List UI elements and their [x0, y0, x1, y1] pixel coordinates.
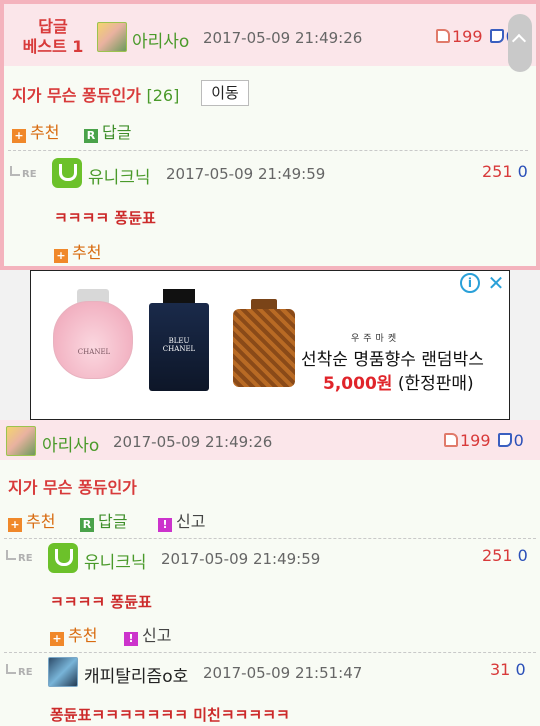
avatar[interactable] — [6, 426, 36, 456]
vote-counts: 199 0 — [444, 431, 524, 450]
reply-report-button[interactable]: ! 신고 — [124, 622, 171, 646]
reply-icon: R — [80, 518, 94, 532]
user-level-icon — [48, 543, 78, 573]
reply-timestamp: 2017-05-09 21:49:59 — [166, 165, 326, 183]
plus-icon: + — [8, 518, 22, 532]
avatar[interactable] — [97, 22, 127, 52]
best-badge: 답글 베스트 1 — [18, 17, 88, 57]
reply-upvote-count: 31 — [490, 660, 511, 679]
thumbs-down-icon[interactable] — [497, 433, 512, 447]
siren-icon: ! — [124, 632, 138, 646]
divider — [8, 150, 528, 151]
user-level-icon — [52, 158, 82, 188]
recommend-label: 추천 — [68, 626, 98, 645]
ad-price: 5,000원 — [323, 374, 393, 394]
ad-headline: 선착순 명품향수 랜덤박스 — [301, 350, 484, 370]
comment-title: 지가 무슨 퐁듀인가 — [8, 478, 137, 497]
plus-icon: + — [50, 632, 64, 646]
vote-counts: 199 0 — [436, 27, 516, 46]
timestamp: 2017-05-09 21:49:26 — [113, 433, 273, 451]
report-label: 신고 — [142, 626, 172, 645]
timestamp: 2017-05-09 21:49:26 — [203, 29, 363, 47]
report-label: 신고 — [176, 512, 206, 531]
re-label: RE — [6, 550, 33, 564]
recommend-button[interactable]: + 추천 — [8, 508, 55, 532]
close-icon[interactable]: ✕ — [485, 273, 507, 295]
comment-title: 지가 무슨 퐁듀인가 [26] — [12, 82, 179, 106]
reply-username[interactable]: 유니크닉 — [84, 548, 147, 573]
recommend-button[interactable]: + 추천 — [12, 119, 59, 143]
ad-brand: 우주마켓 — [351, 334, 401, 344]
best-badge-line1: 답글 — [38, 17, 68, 36]
reply-username[interactable]: 유니크닉 — [88, 163, 151, 188]
bottle-label: CHANEL — [77, 348, 111, 356]
reply-vote-counts: 251 0 — [482, 162, 528, 181]
siren-icon: ! — [158, 518, 172, 532]
thumbs-up-icon[interactable] — [444, 433, 458, 447]
scroll-top-button[interactable] — [508, 14, 532, 72]
move-button[interactable]: 이동 — [201, 80, 249, 106]
plus-icon: + — [54, 249, 68, 263]
divider — [4, 652, 536, 653]
reply-recommend-button[interactable]: + 추천 — [54, 239, 101, 263]
reply-upvote-count: 251 — [482, 162, 513, 181]
reply-downvote-count: 0 — [515, 660, 526, 679]
upvote-count: 199 — [452, 27, 483, 46]
perfume-bottle-pink: CHANEL — [53, 301, 133, 379]
reply-username[interactable]: 캐피탈리즘o호 — [84, 662, 188, 687]
ad-price-line: 5,000원 (한정판매) — [323, 369, 474, 394]
avatar[interactable] — [48, 657, 78, 687]
downvote-count: 0 — [513, 431, 524, 450]
best-comment-box: 답글 베스트 1 아리사o 2017-05-09 21:49:26 199 0 … — [0, 0, 540, 270]
reply-icon: R — [84, 129, 98, 143]
reply-recommend-button[interactable]: + 추천 — [50, 622, 97, 646]
reply-timestamp: 2017-05-09 21:51:47 — [203, 664, 363, 682]
reply-count: [26] — [146, 86, 180, 105]
report-button[interactable]: ! 신고 — [158, 508, 205, 532]
ad-price-suffix: (한정판매) — [392, 374, 474, 394]
reply-label: 답글 — [98, 512, 128, 531]
reply-button[interactable]: R 답글 — [84, 119, 131, 143]
reply-vote-counts: 251 0 — [482, 546, 528, 565]
bottle-label: BLEU CHANEL — [162, 337, 196, 353]
thumbs-down-icon[interactable] — [489, 29, 504, 43]
recommend-label: 추천 — [72, 243, 102, 262]
info-icon[interactable]: i — [459, 273, 480, 293]
username[interactable]: 아리사o — [132, 27, 189, 52]
reply-body: ㅋㅋㅋㅋ 퐁듄표 — [50, 593, 152, 611]
recommend-label: 추천 — [26, 512, 56, 531]
username[interactable]: 아리사o — [42, 431, 99, 456]
perfume-bottle-navy: BLEU CHANEL — [149, 303, 209, 391]
best-badge-line2: 베스트 1 — [22, 37, 84, 56]
reply-body: ㅋㅋㅋㅋ 퐁듄표 — [54, 209, 156, 227]
best-comment-header: 답글 베스트 1 아리사o 2017-05-09 21:49:26 199 0 — [4, 4, 536, 66]
upvote-count: 199 — [460, 431, 491, 450]
reply-body: 퐁듄표ㅋㅋㅋㅋㅋㅋㅋ 미친ㅋㅋㅋㅋㅋ — [50, 706, 290, 724]
thumbs-up-icon[interactable] — [436, 29, 450, 43]
re-label: RE — [6, 664, 33, 678]
reply-button[interactable]: R 답글 — [80, 508, 127, 532]
ad-controls: i ✕ — [459, 273, 507, 295]
perfume-bottle-woven — [233, 309, 295, 387]
recommend-label: 추천 — [30, 123, 60, 142]
ad-banner[interactable]: i ✕ CHANEL BLEU CHANEL 우주마켓 선착순 명품향수 랜덤박… — [30, 270, 510, 420]
comment-thread: 아리사o 2017-05-09 21:49:26 199 0 지가 무슨 퐁듀인… — [0, 420, 540, 726]
reply-upvote-count: 251 — [482, 546, 513, 565]
re-label: RE — [10, 166, 37, 180]
comment-header: 아리사o 2017-05-09 21:49:26 199 0 — [0, 420, 540, 460]
divider — [4, 538, 536, 539]
plus-icon: + — [12, 129, 26, 143]
reply-downvote-count: 0 — [517, 546, 528, 565]
reply-downvote-count: 0 — [517, 162, 528, 181]
chevron-up-icon — [511, 33, 527, 49]
reply-timestamp: 2017-05-09 21:49:59 — [161, 550, 321, 568]
reply-label: 답글 — [102, 123, 132, 142]
comment-title-text: 지가 무슨 퐁듀인가 — [12, 86, 141, 105]
reply-vote-counts: 31 0 — [490, 660, 526, 679]
